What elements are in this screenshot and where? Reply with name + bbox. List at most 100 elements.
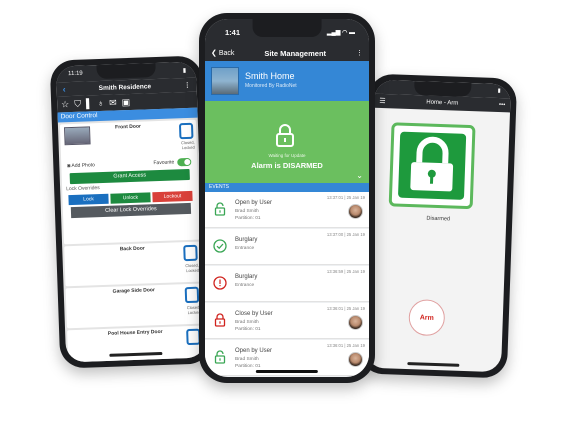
event-row[interactable]: 13:37:01 | 25 Jan 19 Open by User Brad Smi… xyxy=(205,192,369,228)
page-title: Site Management xyxy=(264,48,327,58)
check-circle-icon xyxy=(213,239,227,253)
more-vertical-icon[interactable]: ⋮ xyxy=(184,81,191,89)
unlock-button[interactable]: Unlock xyxy=(110,192,151,204)
event-row[interactable]: 13:37:00 | 25 Jan 19 Burglary Entrance xyxy=(205,229,369,265)
event-detail: Entrance xyxy=(235,246,255,251)
event-detail: Entrance xyxy=(235,283,255,288)
left-phone-screen: 11:19 ▮ ‹ Smith Residence ⋮ ☆ ⛉ ▌ ♁ ✉ ▣ … xyxy=(55,61,207,363)
door-card-back[interactable]: Back Door Closed, Locked xyxy=(64,241,202,287)
back-chevron-icon[interactable]: ‹ xyxy=(63,84,66,94)
event-list: 13:37:01 | 25 Jan 19 Open by User Brad Smi… xyxy=(205,192,369,377)
title-bar: ❮ Back Site Management ⋮ xyxy=(205,45,369,61)
mail-icon[interactable]: ✉ xyxy=(109,97,117,108)
avatar xyxy=(348,315,363,330)
arm-button[interactable]: Arm xyxy=(408,299,446,337)
center-phone-screen: 1:41 ▂▄▆ ◠ ▬ ❮ Back Site Management ⋮ Sm… xyxy=(205,19,369,377)
more-horizontal-icon[interactable]: ••• xyxy=(499,102,506,108)
event-partition: Partition: 01 xyxy=(235,364,261,369)
lock-status-icon[interactable] xyxy=(183,244,198,262)
event-title: Close by User xyxy=(235,311,273,317)
phone-notch xyxy=(96,63,156,80)
favourite-label: Favourite xyxy=(153,159,175,167)
camera-icon: ◙ xyxy=(67,163,71,170)
lock-icon xyxy=(213,313,227,327)
unlock-icon xyxy=(213,350,227,364)
add-photo-button[interactable]: ◙ Add Photo xyxy=(67,162,95,169)
back-label: Back xyxy=(218,50,235,57)
page-title: Smith Residence xyxy=(98,82,152,92)
site-banner[interactable]: Smith Home Monitored By RadioNet xyxy=(205,61,369,101)
back-chevron-icon: ❮ xyxy=(211,50,217,57)
site-subtitle: Monitored By RadioNet xyxy=(245,83,297,89)
more-vertical-icon[interactable]: ⋮ xyxy=(356,49,363,57)
event-time: 13:36:01 | 25 Jan 19 xyxy=(326,343,365,348)
door-card-pool-house[interactable]: Pool House Entry Door xyxy=(67,325,205,363)
site-name: Smith Home xyxy=(245,71,295,81)
left-phone: 11:19 ▮ ‹ Smith Residence ⋮ ☆ ⛉ ▌ ♁ ✉ ▣ … xyxy=(49,55,213,369)
event-title: Open by User xyxy=(235,348,273,354)
home-indicator xyxy=(407,362,460,367)
event-title: Burglary xyxy=(235,237,258,243)
lock-status-line2: Locked xyxy=(181,144,195,151)
lock-status-text: Closed, Locked xyxy=(185,263,199,273)
right-phone-screen: ▮ ☰ Home - Arm ••• Disarmed Arm xyxy=(365,79,511,373)
event-row[interactable]: 13:36:59 | 25 Jan 19 Burglary Entrance xyxy=(205,266,369,302)
chevron-down-icon[interactable]: ⌄ xyxy=(356,171,363,180)
alarm-state: Alarm is DISARMED xyxy=(251,161,323,170)
avatar xyxy=(348,204,363,219)
favourite-toggle[interactable] xyxy=(177,157,192,167)
lock-status-text: Closed, Locked xyxy=(181,140,195,150)
event-detail: Brad Smith xyxy=(235,320,259,325)
avatar xyxy=(348,352,363,367)
home-indicator xyxy=(255,370,319,373)
events-header: EVENTS xyxy=(205,183,369,192)
alert-circle-icon xyxy=(213,276,227,290)
signal-wifi-battery-icon: ▂▄▆ ◠ ▬ xyxy=(326,29,355,36)
event-detail: Brad Smith xyxy=(235,209,259,214)
star-icon[interactable]: ☆ xyxy=(61,99,69,110)
event-time: 13:37:01 | 25 Jan 19 xyxy=(326,195,365,200)
site-photo xyxy=(211,67,239,95)
favourite-group: Favourite xyxy=(153,157,192,167)
page-title: Home - Arm xyxy=(426,99,459,107)
battery-icon: ▮ xyxy=(182,67,187,74)
arm-state-panel xyxy=(388,122,476,210)
bulb-icon[interactable]: ♁ xyxy=(97,98,104,108)
promo-stage: 11:19 ▮ ‹ Smith Residence ⋮ ☆ ⛉ ▌ ♁ ✉ ▣ … xyxy=(0,0,564,437)
lock-icon xyxy=(276,124,294,147)
add-photo-label: Add Photo xyxy=(71,162,95,170)
lock-status-icon[interactable] xyxy=(184,286,200,304)
event-time: 13:36:01 | 25 Jan 19 xyxy=(326,306,365,311)
door-icon[interactable]: ▌ xyxy=(86,98,93,108)
right-phone: ▮ ☰ Home - Arm ••• Disarmed Arm xyxy=(358,73,518,379)
lockout-button[interactable]: Lockout xyxy=(152,190,193,203)
event-time: 13:36:59 | 25 Jan 19 xyxy=(326,269,365,274)
battery-icon: ▮ xyxy=(497,88,501,95)
unlock-icon xyxy=(213,202,227,216)
event-row[interactable]: 13:36:01 | 25 Jan 19 Close by User Brad Sm… xyxy=(205,303,369,339)
back-button[interactable]: ❮ Back xyxy=(211,49,234,57)
lock-status-line2: Locked xyxy=(186,267,200,274)
phone-notch xyxy=(252,19,322,37)
door-card-garage[interactable]: Garage Side Door Closed, Locked xyxy=(65,283,203,329)
phone-notch xyxy=(413,81,472,98)
menu-icon[interactable]: ☰ xyxy=(379,97,386,105)
door-photo xyxy=(64,126,91,146)
waiting-text: Waiting for Update xyxy=(268,153,306,158)
lock-button[interactable]: Lock xyxy=(68,193,109,206)
alarm-status-panel[interactable]: Waiting for Update Alarm is DISARMED ⌄ xyxy=(205,101,369,183)
lock-status-icon[interactable] xyxy=(178,122,194,140)
padlock-icon xyxy=(397,131,467,200)
arm-state-label: Disarmed xyxy=(426,215,451,223)
center-phone: 1:41 ▂▄▆ ◠ ▬ ❮ Back Site Management ⋮ Sm… xyxy=(199,13,375,383)
event-title: Open by User xyxy=(235,200,273,206)
camera-feed-icon[interactable]: ▣ xyxy=(122,96,131,107)
clear-overrides-button[interactable]: Clear Lock Overrides xyxy=(70,202,192,219)
shield-icon[interactable]: ⛉ xyxy=(74,98,81,109)
status-time: 11:19 xyxy=(68,70,83,78)
event-detail: Brad Smith xyxy=(235,357,259,362)
door-card-front[interactable]: Front Door Closed, Locked ◙ Add Photo Fa… xyxy=(59,119,201,245)
event-partition: Partition: 01 xyxy=(235,216,261,221)
status-time: 1:41 xyxy=(225,27,241,37)
event-time: 13:37:00 | 25 Jan 19 xyxy=(326,232,365,237)
